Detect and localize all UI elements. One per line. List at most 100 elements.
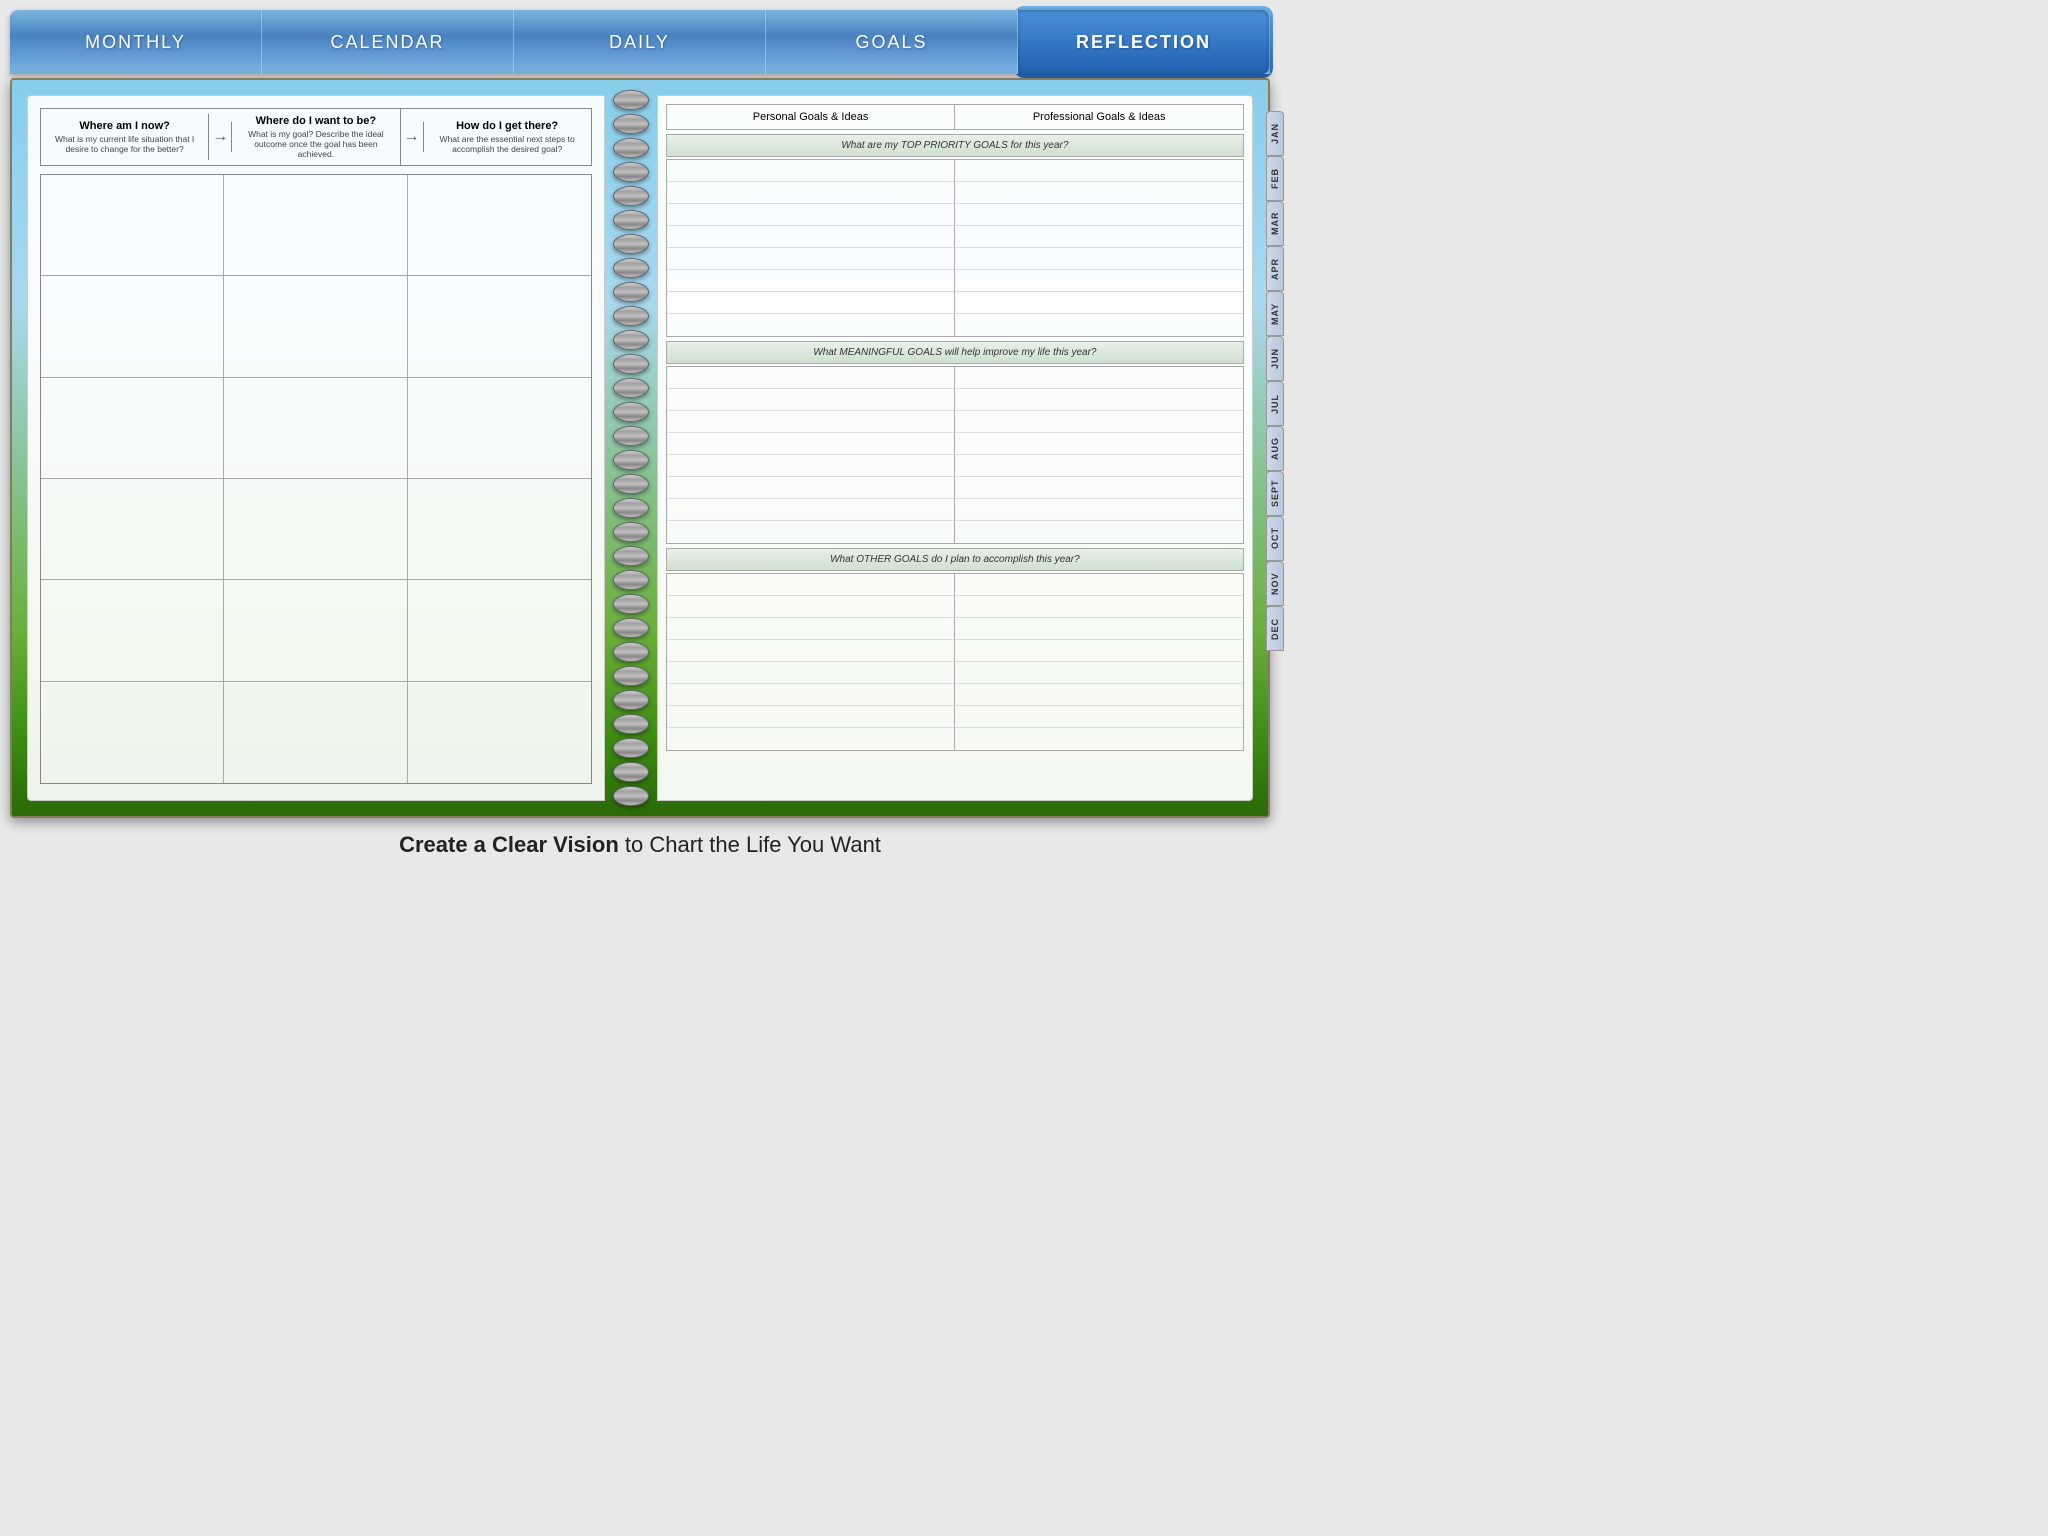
right-page: Personal Goals & Ideas Professional Goal…: [657, 95, 1253, 801]
spiral-coil: [613, 90, 649, 110]
goals-line[interactable]: [955, 455, 1243, 477]
goals-line[interactable]: [667, 433, 955, 455]
grid-cell[interactable]: [408, 276, 591, 377]
month-tab-apr[interactable]: APR: [1266, 246, 1284, 291]
grid-cell[interactable]: [408, 378, 591, 479]
goals-line[interactable]: [955, 292, 1243, 314]
arrow-1: →: [209, 122, 232, 152]
grid-cell[interactable]: [41, 682, 224, 783]
grid-cell[interactable]: [408, 682, 591, 783]
goals-line[interactable]: [955, 521, 1243, 543]
goals-line[interactable]: [667, 160, 955, 182]
goals-line[interactable]: [667, 499, 955, 521]
spiral-coil: [613, 786, 649, 806]
right-header-row: Personal Goals & Ideas Professional Goal…: [666, 104, 1244, 130]
spiral-coil: [613, 306, 649, 326]
month-tab-nov[interactable]: NOV: [1266, 561, 1284, 606]
goals-line[interactable]: [955, 640, 1243, 662]
goals-line[interactable]: [667, 226, 955, 248]
goals-line[interactable]: [667, 292, 955, 314]
goals-line[interactable]: [955, 182, 1243, 204]
nav-reflection[interactable]: REFLECTION: [1018, 10, 1270, 74]
goals-line[interactable]: [667, 367, 955, 389]
goals-grid-1: [666, 159, 1244, 337]
goals-line[interactable]: [667, 684, 955, 706]
goals-line[interactable]: [955, 574, 1243, 596]
goals-line[interactable]: [955, 596, 1243, 618]
month-tab-mar[interactable]: MAR: [1266, 201, 1284, 246]
goals-line[interactable]: [667, 574, 955, 596]
section-label-2: What MEANINGFUL GOALS will help improve …: [666, 341, 1244, 364]
goals-line[interactable]: [667, 728, 955, 750]
goals-line[interactable]: [667, 455, 955, 477]
goals-line[interactable]: [667, 596, 955, 618]
spiral-coil: [613, 234, 649, 254]
spiral-coil: [613, 570, 649, 590]
nav-monthly[interactable]: MONTHLY: [10, 10, 262, 74]
nav-daily[interactable]: DAILY: [514, 10, 766, 74]
nav-calendar[interactable]: CALENDAR: [262, 10, 514, 74]
goals-line[interactable]: [667, 521, 955, 543]
month-tab-oct[interactable]: OCT: [1266, 516, 1284, 561]
goals-line[interactable]: [955, 226, 1243, 248]
goals-line[interactable]: [667, 706, 955, 728]
goals-line[interactable]: [667, 182, 955, 204]
grid-cell[interactable]: [224, 479, 407, 580]
goals-line[interactable]: [955, 389, 1243, 411]
spiral-coil: [613, 474, 649, 494]
goals-line[interactable]: [667, 204, 955, 226]
grid-cell[interactable]: [41, 276, 224, 377]
goals-line[interactable]: [955, 248, 1243, 270]
left-grid: [40, 174, 592, 784]
goals-grid-3: [666, 573, 1244, 751]
month-tab-aug[interactable]: AUG: [1266, 426, 1284, 471]
goals-line[interactable]: [955, 367, 1243, 389]
month-tab-may[interactable]: MAY: [1266, 291, 1284, 336]
spiral-coil: [613, 666, 649, 686]
month-tab-jun[interactable]: JUN: [1266, 336, 1284, 381]
goals-line[interactable]: [955, 204, 1243, 226]
grid-cell[interactable]: [41, 378, 224, 479]
goals-line[interactable]: [955, 706, 1243, 728]
spiral-coil: [613, 642, 649, 662]
goals-line[interactable]: [667, 477, 955, 499]
goals-line[interactable]: [955, 314, 1243, 336]
grid-cell[interactable]: [408, 479, 591, 580]
goals-line[interactable]: [667, 411, 955, 433]
goals-line[interactable]: [955, 160, 1243, 182]
grid-cell[interactable]: [224, 580, 407, 681]
goals-line[interactable]: [667, 640, 955, 662]
goals-line[interactable]: [667, 248, 955, 270]
grid-cell[interactable]: [41, 479, 224, 580]
grid-cell[interactable]: [224, 682, 407, 783]
goals-line[interactable]: [955, 270, 1243, 292]
grid-cell[interactable]: [224, 276, 407, 377]
goals-line[interactable]: [955, 433, 1243, 455]
month-tab-jan[interactable]: JAN: [1266, 111, 1284, 156]
header-col-1: Where am I now? What is my current life …: [41, 114, 209, 160]
goals-line[interactable]: [955, 499, 1243, 521]
month-tab-jul[interactable]: JUL: [1266, 381, 1284, 426]
month-tab-dec[interactable]: DEC: [1266, 606, 1284, 651]
goals-line[interactable]: [667, 389, 955, 411]
goals-line[interactable]: [955, 477, 1243, 499]
goals-line[interactable]: [955, 662, 1243, 684]
goals-line[interactable]: [667, 618, 955, 640]
goals-line[interactable]: [667, 662, 955, 684]
grid-cell[interactable]: [408, 580, 591, 681]
goals-line[interactable]: [667, 270, 955, 292]
grid-cell[interactable]: [224, 175, 407, 276]
goals-line[interactable]: [955, 728, 1243, 750]
grid-cell[interactable]: [41, 580, 224, 681]
month-tab-feb[interactable]: FEB: [1266, 156, 1284, 201]
nav-goals[interactable]: GOALS: [766, 10, 1018, 74]
grid-cell[interactable]: [41, 175, 224, 276]
month-tab-sept[interactable]: SEPT: [1266, 471, 1284, 516]
grid-cell[interactable]: [408, 175, 591, 276]
spiral-coil: [613, 690, 649, 710]
goals-line[interactable]: [955, 618, 1243, 640]
goals-line[interactable]: [955, 684, 1243, 706]
goals-line[interactable]: [667, 314, 955, 336]
goals-line[interactable]: [955, 411, 1243, 433]
grid-cell[interactable]: [224, 378, 407, 479]
